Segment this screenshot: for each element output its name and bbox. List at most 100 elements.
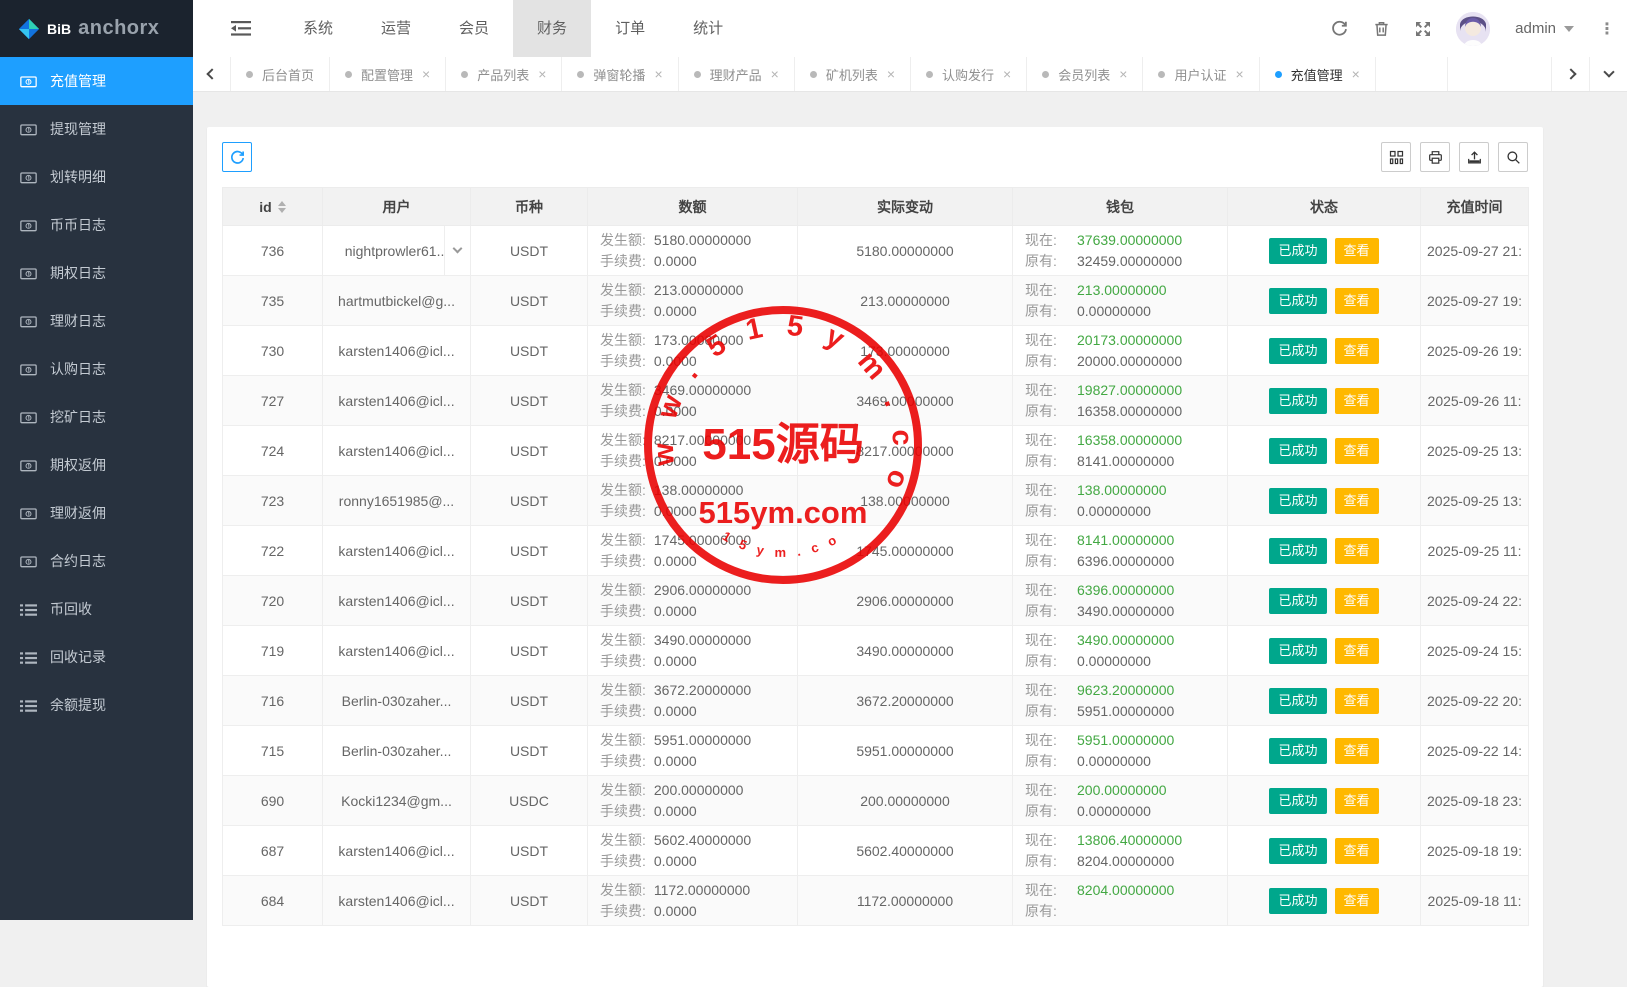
amount-label: 手续费: — [600, 451, 646, 472]
nav-order[interactable]: 订单 — [591, 0, 669, 57]
wallet-value: 6396.00000000 — [1077, 580, 1174, 601]
amount-label: 手续费: — [600, 351, 646, 372]
sidebar-item-option-rebate[interactable]: 期权返佣 — [0, 441, 193, 489]
view-button[interactable]: 查看 — [1335, 288, 1379, 314]
tab-close-icon[interactable]: × — [887, 67, 895, 81]
tab-dot — [810, 71, 817, 78]
sidebar-item-withdraw-manage[interactable]: 提现管理 — [0, 105, 193, 153]
row-expand-toggle[interactable] — [444, 226, 470, 275]
sidebar-item-recycle-record[interactable]: 回收记录 — [0, 633, 193, 681]
view-button[interactable]: 查看 — [1335, 888, 1379, 914]
sidebar-item-subscribe-log[interactable]: 认购日志 — [0, 345, 193, 393]
tab-next-button[interactable] — [1551, 57, 1589, 91]
print-button[interactable] — [1420, 142, 1450, 172]
tab-close-icon[interactable]: × — [1352, 67, 1360, 81]
avatar[interactable] — [1456, 12, 1490, 46]
nav-member[interactable]: 会员 — [435, 0, 513, 57]
wallet-now: 现在:16358.00000000 — [1025, 430, 1227, 451]
sidebar-item-recharge-manage[interactable]: 充值管理 — [0, 57, 193, 105]
view-button[interactable]: 查看 — [1335, 388, 1379, 414]
wallet-value: 0.00000000 — [1077, 651, 1151, 672]
money-icon — [20, 73, 37, 89]
sidebar-item-coin-log[interactable]: 币币日志 — [0, 201, 193, 249]
tab-close-icon[interactable]: × — [1235, 67, 1243, 81]
tab-miners[interactable]: 矿机列表× — [795, 57, 911, 91]
tab-close-icon[interactable]: × — [654, 67, 662, 81]
sidebar-item-transfer-detail[interactable]: 划转明细 — [0, 153, 193, 201]
fullscreen-icon[interactable] — [1415, 21, 1431, 37]
amount-value: 0.0000 — [654, 601, 697, 622]
tab-menu-button[interactable] — [1589, 57, 1627, 91]
cell-wallet: 现在:6396.00000000原有:3490.00000000 — [1013, 576, 1228, 626]
search-button[interactable] — [1498, 142, 1528, 172]
view-button[interactable]: 查看 — [1335, 838, 1379, 864]
tab-close-icon[interactable]: × — [771, 67, 779, 81]
sidebar-item-finance-rebate[interactable]: 理财返佣 — [0, 489, 193, 537]
occur-amount: 发生额:3469.00000000 — [600, 380, 797, 401]
view-button[interactable]: 查看 — [1335, 238, 1379, 264]
tab-verify[interactable]: 用户认证× — [1143, 57, 1259, 91]
cell-wallet: 现在:37639.00000000原有:32459.00000000 — [1013, 226, 1228, 276]
column-header-wallet: 钱包 — [1013, 188, 1228, 226]
trash-icon[interactable] — [1373, 20, 1390, 37]
sidebar-item-contract-log[interactable]: 合约日志 — [0, 537, 193, 585]
wallet-label: 原有: — [1025, 901, 1069, 922]
view-button[interactable]: 查看 — [1335, 738, 1379, 764]
wallet-value: 5951.00000000 — [1077, 730, 1174, 751]
view-button[interactable]: 查看 — [1335, 538, 1379, 564]
columns-filter-button[interactable] — [1381, 142, 1411, 172]
tab-config[interactable]: 配置管理× — [330, 57, 446, 91]
amount-value: 173.00000000 — [654, 330, 744, 351]
sidebar-item-option-log[interactable]: 期权日志 — [0, 249, 193, 297]
nav-operation[interactable]: 运营 — [357, 0, 435, 57]
tab-close-icon[interactable]: × — [422, 67, 430, 81]
tab-home[interactable]: 后台首页 — [231, 57, 330, 91]
wallet-original: 原有:8141.00000000 — [1025, 451, 1227, 472]
refresh-icon[interactable] — [1331, 20, 1348, 37]
wallet-label: 原有: — [1025, 301, 1069, 322]
view-button[interactable]: 查看 — [1335, 638, 1379, 664]
sidebar-item-mining-log[interactable]: 挖矿日志 — [0, 393, 193, 441]
occur-amount: 发生额:1745.00000000 — [600, 530, 797, 551]
sidebar-item-balance-withdraw[interactable]: 余额提现 — [0, 681, 193, 729]
table-refresh-button[interactable] — [222, 142, 252, 172]
tab-popup[interactable]: 弹窗轮播× — [562, 57, 678, 91]
cell-coin: USDT — [471, 676, 588, 726]
occur-amount: 发生额:3490.00000000 — [600, 630, 797, 651]
cell-status: 已成功查看 — [1228, 276, 1421, 326]
view-button[interactable]: 查看 — [1335, 688, 1379, 714]
cell-user: Kocki1234@gm... — [323, 776, 471, 826]
nav-system[interactable]: 系统 — [279, 0, 357, 57]
sidebar-item-label: 合约日志 — [50, 551, 106, 571]
tab-prev-button[interactable] — [193, 57, 231, 91]
amount-value: 0.0000 — [654, 801, 697, 822]
tab-close-icon[interactable]: × — [1119, 67, 1127, 81]
more-menu-icon[interactable]: ⋮ — [1599, 19, 1615, 39]
view-button[interactable]: 查看 — [1335, 788, 1379, 814]
amount-label: 手续费: — [600, 551, 646, 572]
tab-close-icon[interactable]: × — [538, 67, 546, 81]
cell-status: 已成功查看 — [1228, 726, 1421, 776]
sort-icon[interactable] — [278, 201, 286, 213]
tab-subscribe[interactable]: 认购发行× — [911, 57, 1027, 91]
view-button[interactable]: 查看 — [1335, 338, 1379, 364]
nav-finance[interactable]: 财务 — [513, 0, 591, 57]
nav-stats[interactable]: 统计 — [669, 0, 747, 57]
view-button[interactable]: 查看 — [1335, 488, 1379, 514]
wallet-label: 原有: — [1025, 751, 1069, 772]
view-button[interactable]: 查看 — [1335, 588, 1379, 614]
sidebar-item-coin-recycle[interactable]: 币回收 — [0, 585, 193, 633]
sidebar-item-finance-log[interactable]: 理财日志 — [0, 297, 193, 345]
tab-members[interactable]: 会员列表× — [1027, 57, 1143, 91]
cell-id: 684 — [223, 876, 323, 926]
tab-products[interactable]: 产品列表× — [446, 57, 562, 91]
fee-amount: 手续费:0.0000 — [600, 551, 797, 572]
menu-collapse-icon[interactable] — [231, 20, 251, 37]
tab-close-icon[interactable]: × — [1003, 67, 1011, 81]
export-button[interactable] — [1459, 142, 1489, 172]
tab-finance-products[interactable]: 理财产品× — [679, 57, 795, 91]
tab-recharge[interactable]: 充值管理× — [1260, 57, 1376, 91]
view-button[interactable]: 查看 — [1335, 438, 1379, 464]
table-row: 684karsten1406@icl...USDT发生额:1172.000000… — [223, 876, 1529, 926]
admin-menu[interactable]: admin — [1515, 20, 1574, 37]
